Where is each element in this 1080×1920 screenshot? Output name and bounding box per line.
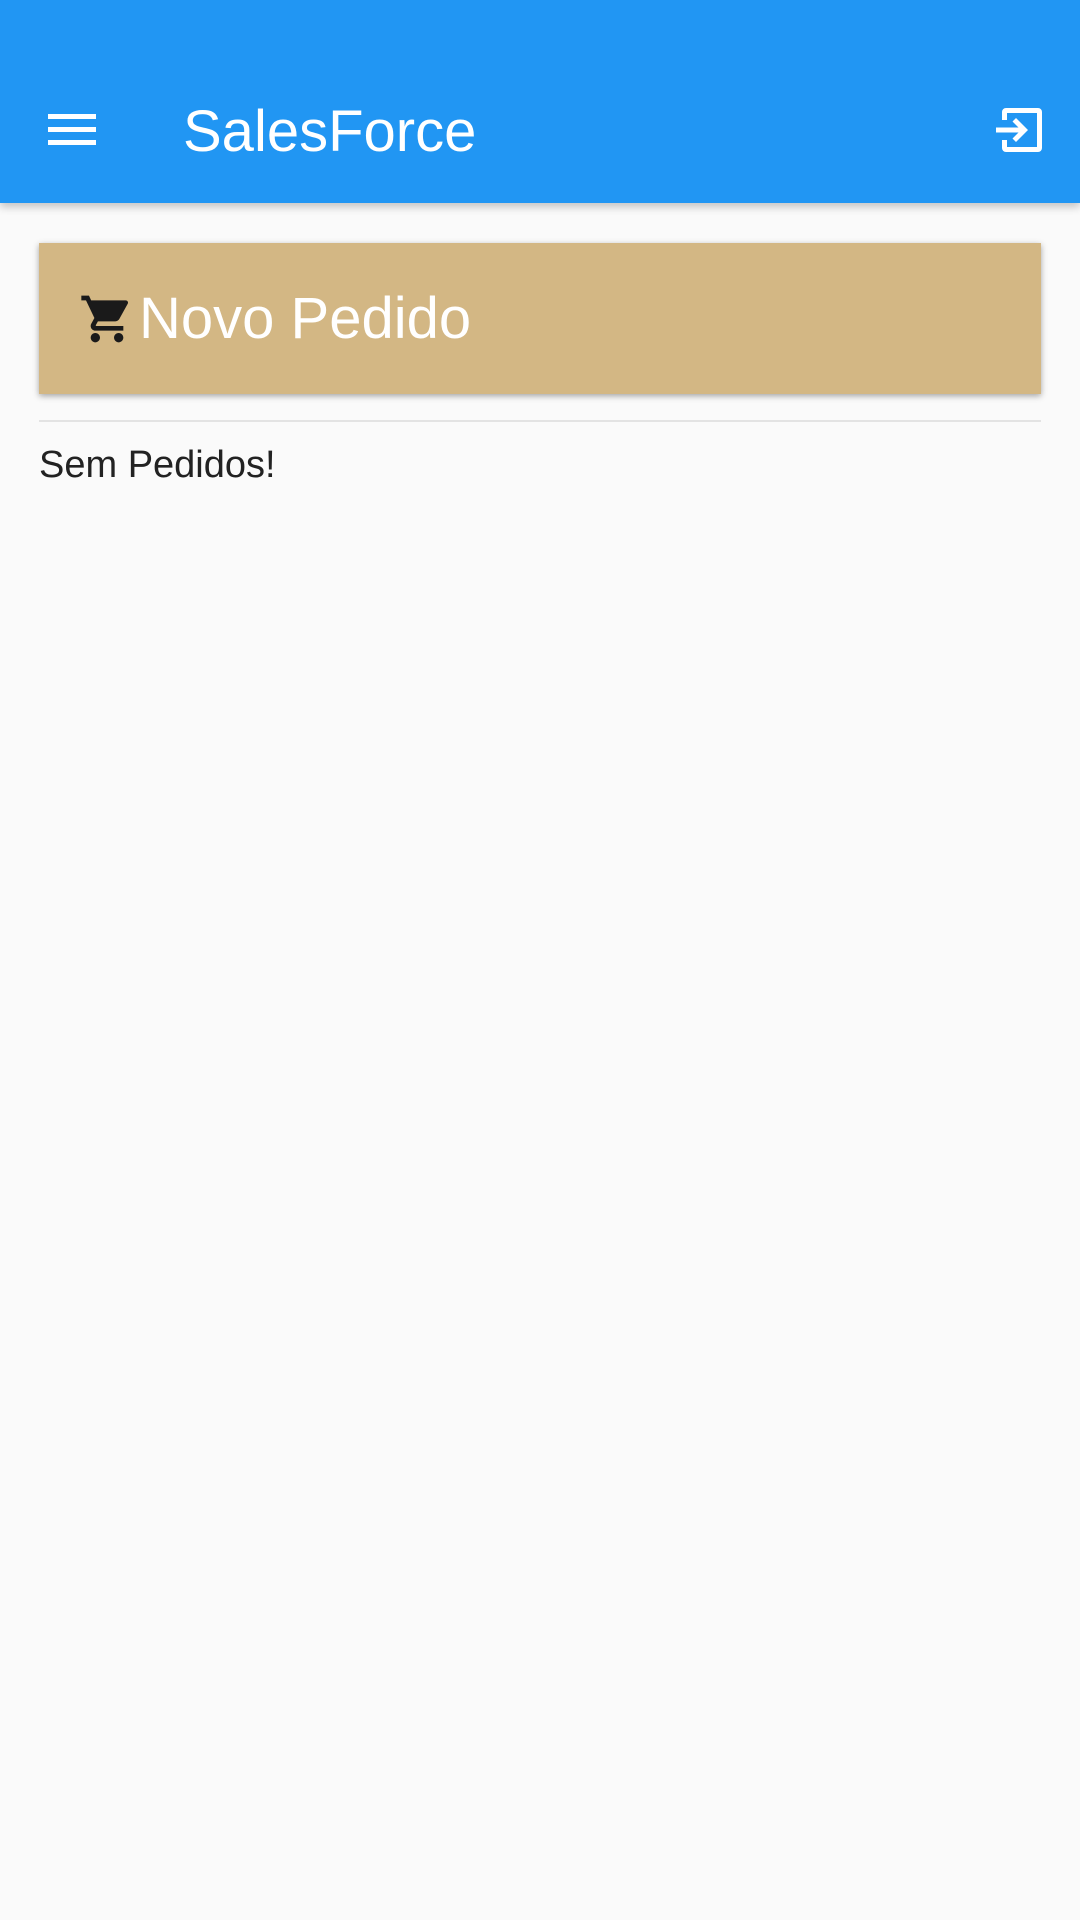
page-title: SalesForce	[183, 99, 477, 164]
new-order-button[interactable]: Novo Pedido	[39, 243, 1041, 394]
empty-orders-message: Sem Pedidos!	[39, 444, 276, 486]
logout-icon	[994, 104, 1046, 161]
logout-button[interactable]	[972, 92, 1068, 172]
new-order-label: Novo Pedido	[139, 286, 472, 351]
menu-button[interactable]	[28, 92, 116, 172]
divider	[39, 420, 1041, 422]
cart-icon	[79, 291, 135, 347]
menu-icon	[48, 106, 96, 159]
app-bar: SalesForce	[0, 0, 1080, 203]
